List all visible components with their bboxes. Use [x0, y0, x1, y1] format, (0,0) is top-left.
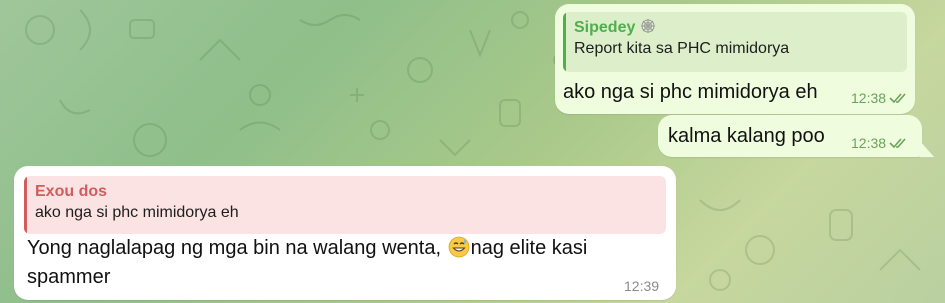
- outgoing-message-bubble[interactable]: kalma kalang poo 12:38: [658, 115, 922, 157]
- reply-quoted-text: Report kita sa PHC mimidorya: [574, 40, 790, 57]
- reply-quoted-text: ako nga si phc mimidorya eh: [35, 204, 239, 221]
- incoming-message-bubble[interactable]: Exou dos ako nga si phc mimidorya eh Yon…: [14, 166, 676, 300]
- message-text: ako nga si phc mimidorya eh: [563, 81, 818, 103]
- reply-quote[interactable]: Sipedey Report kita sa PHC mimidorya: [563, 12, 907, 72]
- message-time: 12:38: [851, 90, 887, 106]
- message-time: 12:39: [624, 278, 660, 294]
- message-time: 12:38: [851, 135, 887, 151]
- message-text-line2: spammer: [27, 266, 111, 288]
- reply-quote[interactable]: Exou dos ako nga si phc mimidorya eh: [24, 176, 666, 234]
- reply-sender-name: Exou dos: [35, 183, 108, 200]
- double-check-icon: [889, 93, 906, 104]
- grinning-sweat-emoji-icon: [448, 236, 470, 258]
- reply-sender-name: Sipedey: [574, 19, 636, 36]
- message-meta: 12:39: [624, 278, 659, 294]
- message-meta: 12:38: [851, 135, 907, 151]
- outgoing-message-bubble[interactable]: Sipedey Report kita sa PHC mimidorya ako…: [555, 4, 915, 114]
- message-text-line1: Yong naglalapag ng mga bin na walang wen…: [27, 236, 588, 259]
- message-meta: 12:38: [851, 90, 907, 106]
- message-text: kalma kalang poo: [668, 125, 825, 147]
- double-check-icon: [889, 138, 906, 149]
- spider-web-icon: [640, 19, 655, 33]
